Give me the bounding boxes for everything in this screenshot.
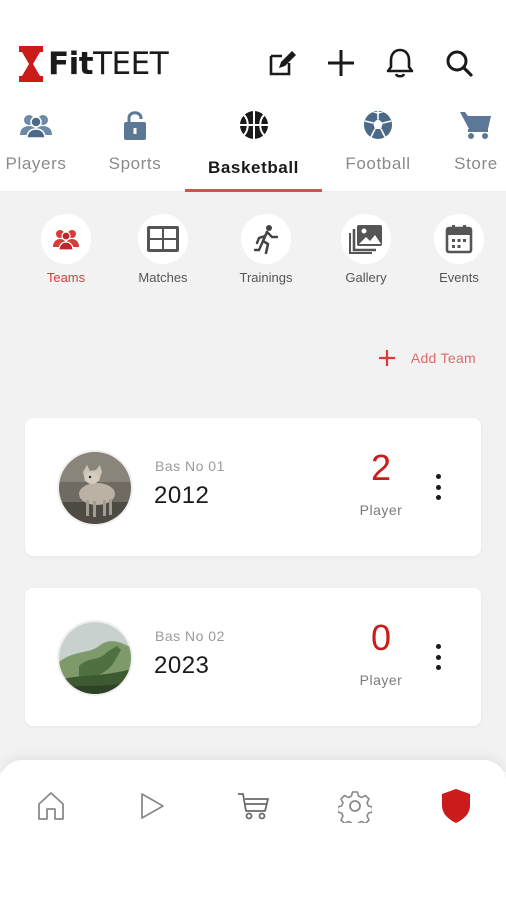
player-count-label: Player	[359, 502, 403, 518]
nav-settings[interactable]	[333, 784, 377, 828]
play-icon	[141, 793, 164, 819]
tab-store[interactable]: Store	[421, 100, 506, 192]
search-button[interactable]	[442, 46, 476, 80]
team-name: 2012	[154, 482, 210, 509]
player-count: 0	[370, 617, 392, 658]
subnav-gallery[interactable]: Gallery	[321, 214, 411, 285]
tab-label: Store	[454, 154, 498, 173]
notifications-button[interactable]	[383, 46, 417, 80]
subnav-label: Events	[439, 270, 479, 285]
dot	[435, 484, 441, 490]
tab-sports[interactable]: Sports	[80, 100, 190, 192]
tab-players[interactable]: Players	[0, 100, 91, 192]
logo-mark-icon	[19, 46, 43, 82]
wolf-photo	[59, 452, 131, 524]
sport-tabs: Players Sports Basketball Football Store	[0, 100, 506, 192]
nav-home[interactable]	[29, 784, 73, 828]
section-subnav: Teams Matches Trainings Gallery Events	[0, 214, 506, 294]
bottom-nav	[0, 760, 506, 900]
team-options-button[interactable]	[431, 644, 445, 670]
add-button[interactable]	[324, 46, 358, 80]
team-avatar	[57, 450, 133, 526]
football-icon	[364, 111, 392, 139]
search-icon	[446, 50, 473, 77]
add-team-label: Add Team	[410, 350, 476, 366]
logo-teet: TEET	[93, 46, 169, 82]
app-header: FitTEET	[0, 0, 506, 100]
tab-label: Players	[5, 154, 67, 173]
teams-content: Teams Matches Trainings Gallery Events A…	[0, 192, 506, 772]
running-icon	[253, 225, 279, 254]
subnav-label: Teams	[46, 270, 86, 285]
subnav-events[interactable]: Events	[414, 214, 504, 285]
edit-button[interactable]	[265, 46, 299, 80]
plus-icon	[378, 350, 395, 366]
teams-icon	[53, 230, 79, 250]
dot	[435, 654, 441, 660]
subnav-teams[interactable]: Teams	[21, 214, 111, 285]
nav-teams[interactable]	[434, 784, 478, 828]
subnav-trainings[interactable]: Trainings	[221, 214, 311, 285]
subnav-label: Matches	[138, 270, 188, 285]
nav-play[interactable]	[130, 784, 174, 828]
player-count: 2	[370, 447, 392, 488]
plus-icon	[328, 50, 354, 76]
tab-label: Basketball	[207, 158, 300, 177]
tab-label: Football	[345, 154, 411, 173]
team-code: Bas No 01	[155, 458, 225, 474]
landscape-photo	[59, 622, 131, 694]
team-avatar	[57, 620, 133, 696]
nav-store[interactable]	[232, 784, 276, 828]
subnav-label: Trainings	[239, 270, 293, 285]
add-team-button[interactable]: Add Team	[377, 348, 476, 368]
app-screen: FitTEET Players Sports Basketball Footba…	[0, 0, 506, 900]
basketball-icon	[239, 111, 268, 139]
players-icon	[20, 115, 52, 139]
subnav-matches[interactable]: Matches	[118, 214, 208, 285]
dot	[435, 495, 441, 500]
dot	[435, 665, 441, 670]
app-logo: FitTEET	[18, 44, 169, 84]
calendar-icon	[445, 225, 473, 254]
tab-label: Sports	[108, 154, 162, 173]
dot	[435, 644, 441, 649]
gallery-icon	[349, 225, 382, 254]
header-actions	[265, 46, 476, 80]
bell-icon	[386, 48, 414, 78]
home-icon	[38, 792, 64, 820]
tab-basketball[interactable]: Basketball	[185, 100, 322, 192]
team-card[interactable]: Bas No 01 2012 2 Player	[25, 418, 481, 556]
settings-icon	[338, 791, 372, 823]
edit-icon	[269, 51, 296, 76]
team-code: Bas No 02	[155, 628, 225, 644]
player-count-label: Player	[359, 672, 403, 688]
cart-icon	[460, 112, 491, 139]
cart-icon	[238, 793, 269, 820]
team-options-button[interactable]	[431, 474, 445, 500]
dot	[435, 474, 441, 479]
logo-text: FitTEET	[48, 44, 169, 84]
team-card[interactable]: Bas No 02 2023 0 Player	[25, 588, 481, 726]
logo-fit: Fit	[48, 46, 94, 82]
tab-football[interactable]: Football	[323, 100, 433, 192]
team-name: 2023	[154, 652, 210, 679]
subnav-label: Gallery	[345, 270, 387, 285]
lock-icon	[124, 111, 146, 140]
matches-icon	[147, 226, 179, 252]
shield-icon	[442, 789, 470, 823]
